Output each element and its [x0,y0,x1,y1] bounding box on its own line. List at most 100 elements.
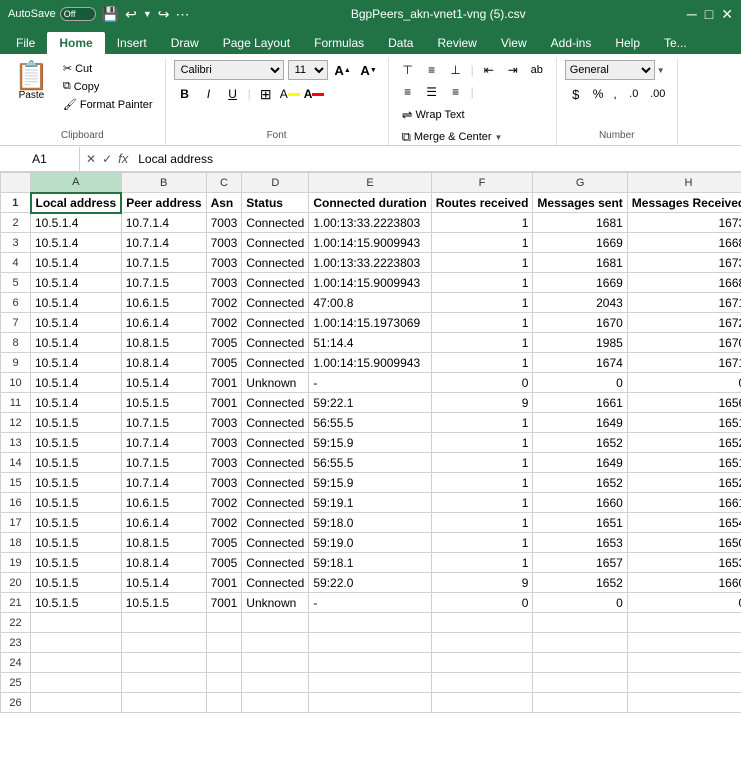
table-cell[interactable]: 1985 [533,333,627,353]
table-cell[interactable]: 10.5.1.4 [31,253,122,273]
table-cell[interactable]: 0 [533,593,627,613]
row-header-8[interactable]: 8 [1,333,31,353]
table-cell[interactable]: 1 [431,513,533,533]
table-cell[interactable]: 7005 [206,533,242,553]
table-cell[interactable]: Connected [242,213,309,233]
table-cell[interactable]: 10.5.1.5 [31,573,122,593]
table-cell[interactable]: 7001 [206,393,242,413]
table-header-cell[interactable]: Local address [31,193,122,213]
table-cell[interactable] [206,653,242,673]
table-cell[interactable]: Connected [242,353,309,373]
table-cell[interactable]: 10.5.1.4 [31,333,122,353]
table-cell[interactable]: 1 [431,413,533,433]
table-cell[interactable]: 1.00:14:15.9009943 [309,273,431,293]
table-cell[interactable]: 1671 [627,293,741,313]
fill-color-button[interactable]: A [279,84,301,104]
align-top-button[interactable]: ⊤ [397,60,419,80]
table-cell[interactable]: Connected [242,553,309,573]
table-cell[interactable]: 1 [431,273,533,293]
text-direction-button[interactable]: ab [526,60,548,80]
table-cell[interactable]: 1.00:13:33.2223803 [309,253,431,273]
more-commands-icon[interactable]: ⋯ [176,6,190,23]
table-cell[interactable]: 7003 [206,273,242,293]
table-cell[interactable]: 1 [431,453,533,473]
table-header-cell[interactable]: Routes received [431,193,533,213]
wrap-text-button[interactable]: ⇌ Wrap Text [397,104,470,126]
table-cell[interactable] [431,613,533,633]
table-cell[interactable]: 10.5.1.4 [31,213,122,233]
table-cell[interactable] [242,633,309,653]
tab-formulas[interactable]: Formulas [302,32,376,54]
table-cell[interactable]: 59:15.9 [309,473,431,493]
tab-review[interactable]: Review [425,32,488,54]
table-cell[interactable]: 2043 [533,293,627,313]
font-size-select[interactable]: 11 [288,60,328,80]
table-cell[interactable]: 10.5.1.5 [31,493,122,513]
table-header-cell[interactable]: Connected duration [309,193,431,213]
table-cell[interactable]: 10.7.1.5 [121,413,206,433]
table-cell[interactable] [309,653,431,673]
table-cell[interactable]: 56:55.5 [309,413,431,433]
align-left-button[interactable]: ≡ [397,82,419,102]
autosave-toggle[interactable]: Off [60,7,96,21]
table-cell[interactable]: 0 [431,373,533,393]
table-cell[interactable]: 10.7.1.4 [121,473,206,493]
row-header-15[interactable]: 15 [1,473,31,493]
redo-icon[interactable]: ↪ [158,6,170,23]
table-cell[interactable]: 51:14.4 [309,333,431,353]
table-cell[interactable] [242,693,309,713]
merge-center-dropdown[interactable]: ▼ [495,133,503,142]
indent-increase-button[interactable]: ⇥ [502,60,524,80]
table-cell[interactable]: 1 [431,533,533,553]
table-cell[interactable]: 7003 [206,473,242,493]
table-header-cell[interactable]: Status [242,193,309,213]
save-icon[interactable]: 💾 [102,6,119,23]
table-cell[interactable] [206,633,242,653]
cut-button[interactable]: ✂ Cut [59,60,157,77]
table-cell[interactable]: 10.5.1.4 [31,273,122,293]
row-header-20[interactable]: 20 [1,573,31,593]
table-cell[interactable]: 7003 [206,453,242,473]
table-cell[interactable]: Connected [242,533,309,553]
row-header-22[interactable]: 22 [1,613,31,633]
table-cell[interactable]: 7003 [206,433,242,453]
row-header-12[interactable]: 12 [1,413,31,433]
table-cell[interactable]: 59:22.1 [309,393,431,413]
table-cell[interactable]: 10.5.1.4 [31,313,122,333]
table-cell[interactable]: 1649 [533,413,627,433]
table-cell[interactable]: 59:15.9 [309,433,431,453]
italic-button[interactable]: I [198,84,220,104]
table-cell[interactable]: Connected [242,413,309,433]
table-cell[interactable]: 10.8.1.4 [121,353,206,373]
table-cell[interactable]: 1 [431,553,533,573]
table-cell[interactable]: 56:55.5 [309,453,431,473]
table-cell[interactable]: 1652 [533,433,627,453]
row-header-18[interactable]: 18 [1,533,31,553]
table-cell[interactable]: 0 [431,593,533,613]
table-cell[interactable]: 7002 [206,293,242,313]
table-cell[interactable] [533,653,627,673]
row-header-16[interactable]: 16 [1,493,31,513]
table-cell[interactable]: 1652 [627,433,741,453]
table-cell[interactable] [31,633,122,653]
table-cell[interactable]: 1661 [533,393,627,413]
table-cell[interactable]: 1 [431,433,533,453]
merge-center-button[interactable]: ⧉ Merge & Center ▼ [397,126,508,148]
table-cell[interactable]: 1670 [627,333,741,353]
table-cell[interactable]: 1656 [627,393,741,413]
increase-decimal-button[interactable]: .0 [623,84,645,104]
table-cell[interactable]: 1681 [533,253,627,273]
table-cell[interactable]: 1.00:13:33.2223803 [309,213,431,233]
table-cell[interactable]: 10.5.1.5 [31,513,122,533]
table-cell[interactable]: Connected [242,453,309,473]
table-cell[interactable] [431,673,533,693]
table-cell[interactable]: 10.5.1.5 [31,453,122,473]
row-header-23[interactable]: 23 [1,633,31,653]
table-cell[interactable]: 10.5.1.4 [121,573,206,593]
decrease-font-button[interactable]: A▼ [358,60,380,80]
table-cell[interactable]: 10.6.1.4 [121,513,206,533]
table-cell[interactable] [431,653,533,673]
table-cell[interactable]: 0 [533,373,627,393]
col-header-a[interactable]: A [31,173,122,193]
table-header-cell[interactable]: Messages Received [627,193,741,213]
